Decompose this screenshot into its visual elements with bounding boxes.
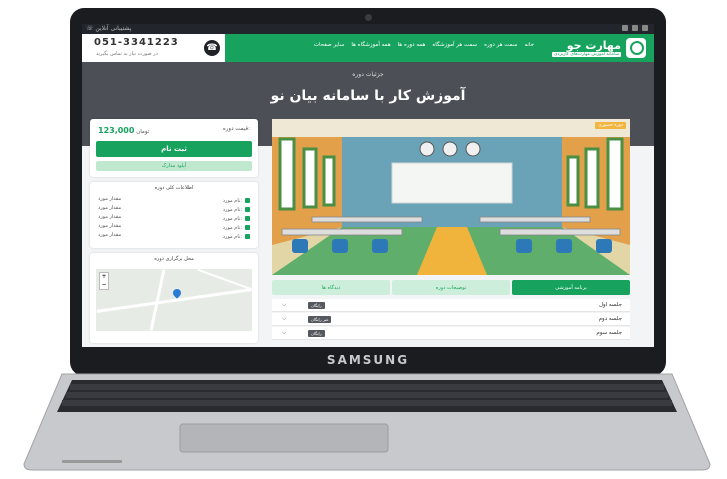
site-logo[interactable]: مهارت جو سامانه آموزش مهارت‌های کاربردی bbox=[541, 37, 646, 59]
tab-curriculum[interactable]: برنامه آموزشی bbox=[512, 280, 630, 295]
location-map[interactable]: + − bbox=[96, 269, 252, 331]
tab-description[interactable]: توضیحات دوره bbox=[392, 280, 510, 295]
session-item[interactable]: ⌵ غیر رایگان جلسه دوم bbox=[272, 313, 630, 326]
main-column: دوره حضوری برنامه آموزشی توضیحات دوره دی… bbox=[272, 119, 630, 347]
bullet-icon bbox=[245, 234, 250, 239]
nav-item-home[interactable]: خانه bbox=[524, 42, 534, 48]
info-value: مقدار مورد bbox=[98, 196, 122, 202]
chevron-down-icon: ⌵ bbox=[282, 315, 287, 322]
session-item[interactable]: ⌵ رایگان جلسه اول bbox=[272, 299, 630, 312]
price-label: قیمت دوره: bbox=[222, 126, 250, 132]
nav-items: خانه سمت هر دوره سمت هر آموزشگاه همه دور… bbox=[314, 42, 534, 48]
info-row: مقدار مورد نام مورد: bbox=[90, 205, 258, 214]
phone-number[interactable]: 051-3341223 bbox=[94, 37, 179, 48]
info-value: مقدار مورد bbox=[98, 223, 122, 229]
bullet-icon bbox=[245, 198, 250, 203]
nav-item-all-institutes[interactable]: همه آموزشگاه ها bbox=[351, 42, 390, 48]
bullet-icon bbox=[245, 207, 250, 212]
session-badge: غیر رایگان bbox=[308, 316, 332, 323]
webcam-icon bbox=[365, 14, 372, 21]
classroom-illustration bbox=[272, 119, 630, 275]
info-row: مقدار مورد نام مورد: bbox=[90, 214, 258, 223]
logo-subtitle: سامانه آموزش مهارت‌های کاربردی bbox=[551, 52, 621, 57]
phone-subtitle: در صورت نیاز به تماس بگیرید bbox=[96, 51, 158, 57]
brand-logo: SAMSUNG bbox=[326, 353, 410, 367]
price-value: 123,000 bbox=[98, 126, 135, 135]
info-list: مقدار مورد نام مورد: مقدار مورد نام مورد… bbox=[90, 196, 258, 241]
phone-icon[interactable]: ☎ bbox=[204, 40, 220, 56]
phone-box: 051-3341223 در صورت نیاز به تماس بگیرید … bbox=[82, 34, 225, 62]
zoom-out-button[interactable]: − bbox=[100, 281, 108, 289]
session-badge: رایگان bbox=[308, 330, 325, 337]
session-item[interactable]: ⌵ رایگان جلسه سوم bbox=[272, 327, 630, 340]
sidebar: 123,000 تومان قیمت دوره: ثبت نام آپلود م… bbox=[90, 119, 258, 347]
page-title: آموزش کار با سامانه بیان نو bbox=[270, 88, 466, 104]
session-title: جلسه دوم bbox=[598, 316, 622, 322]
laptop-base bbox=[23, 373, 711, 471]
brand-strip: SAMSUNG bbox=[70, 347, 666, 375]
register-button[interactable]: ثبت نام bbox=[96, 141, 252, 157]
logo-text: مهارت جو سامانه آموزش مهارت‌های کاربردی bbox=[551, 39, 621, 57]
course-type-badge: دوره حضوری bbox=[595, 122, 626, 129]
info-value: مقدار مورد bbox=[98, 214, 122, 220]
main-nav: خانه سمت هر دوره سمت هر آموزشگاه همه دور… bbox=[225, 34, 654, 62]
bullet-icon bbox=[245, 216, 250, 221]
upload-documents-button[interactable]: آپلود مدارک bbox=[96, 161, 252, 171]
info-row: مقدار مورد نام مورد: bbox=[90, 223, 258, 232]
info-label: نام مورد: bbox=[222, 215, 242, 222]
map-card: محل برگزاری دوره + − bbox=[90, 253, 258, 343]
session-badge: رایگان bbox=[308, 302, 325, 309]
price-amount: 123,000 تومان bbox=[98, 126, 149, 135]
instagram-icon[interactable] bbox=[622, 25, 628, 31]
session-title: جلسه اول bbox=[598, 302, 622, 308]
logo-title: مهارت جو bbox=[566, 39, 621, 52]
course-image: دوره حضوری bbox=[272, 119, 630, 275]
info-row: مقدار مورد نام مورد: bbox=[90, 232, 258, 241]
info-label: نام مورد: bbox=[222, 224, 242, 231]
info-label: نام مورد: bbox=[222, 197, 242, 204]
whatsapp-icon[interactable] bbox=[642, 25, 648, 31]
content-area: 123,000 تومان قیمت دوره: ثبت نام آپلود م… bbox=[82, 112, 654, 347]
telegram-icon[interactable] bbox=[632, 25, 638, 31]
map-zoom-control: + − bbox=[99, 272, 109, 290]
tab-reviews[interactable]: دیدگاه ها bbox=[272, 280, 390, 295]
logo-icon bbox=[626, 38, 646, 58]
session-title: جلسه سوم bbox=[596, 330, 622, 336]
info-card-title: اطلاعات کلی دوره bbox=[154, 185, 194, 191]
info-label: نام مورد: bbox=[222, 233, 242, 240]
course-tabs: برنامه آموزشی توضیحات دوره دیدگاه ها bbox=[272, 280, 630, 295]
price-unit: تومان bbox=[136, 129, 150, 135]
price-row: 123,000 تومان قیمت دوره: bbox=[90, 119, 258, 135]
site-header: 051-3341223 در صورت نیاز به تماس بگیرید … bbox=[82, 34, 654, 62]
nav-item-other-pages[interactable]: سایر صفحات bbox=[314, 42, 344, 48]
info-card: اطلاعات کلی دوره مقدار مورد نام مورد: مق… bbox=[90, 182, 258, 248]
info-value: مقدار مورد bbox=[98, 205, 122, 211]
nav-item-course-side[interactable]: سمت هر دوره bbox=[484, 42, 517, 48]
breadcrumb: جزئیات دوره bbox=[352, 71, 384, 78]
info-row: مقدار مورد نام مورد: bbox=[90, 196, 258, 205]
map-card-title: محل برگزاری دوره bbox=[154, 256, 194, 262]
price-card: 123,000 تومان قیمت دوره: ثبت نام آپلود م… bbox=[90, 119, 258, 177]
top-bar: ☏ پشتیبانی آنلاین bbox=[82, 24, 654, 34]
browser-screen: ☏ پشتیبانی آنلاین 051-3341223 در صورت نی… bbox=[82, 24, 654, 347]
nav-item-institute-side[interactable]: سمت هر آموزشگاه bbox=[432, 42, 477, 48]
info-label: نام مورد: bbox=[222, 206, 242, 213]
support-text: ☏ پشتیبانی آنلاین bbox=[86, 25, 132, 32]
info-value: مقدار مورد bbox=[98, 232, 122, 238]
zoom-in-button[interactable]: + bbox=[100, 273, 108, 281]
social-icons bbox=[622, 25, 648, 31]
nav-item-all-courses[interactable]: همه دوره ها bbox=[398, 42, 426, 48]
bullet-icon bbox=[245, 225, 250, 230]
chevron-down-icon: ⌵ bbox=[282, 301, 287, 308]
chevron-down-icon: ⌵ bbox=[282, 329, 287, 336]
